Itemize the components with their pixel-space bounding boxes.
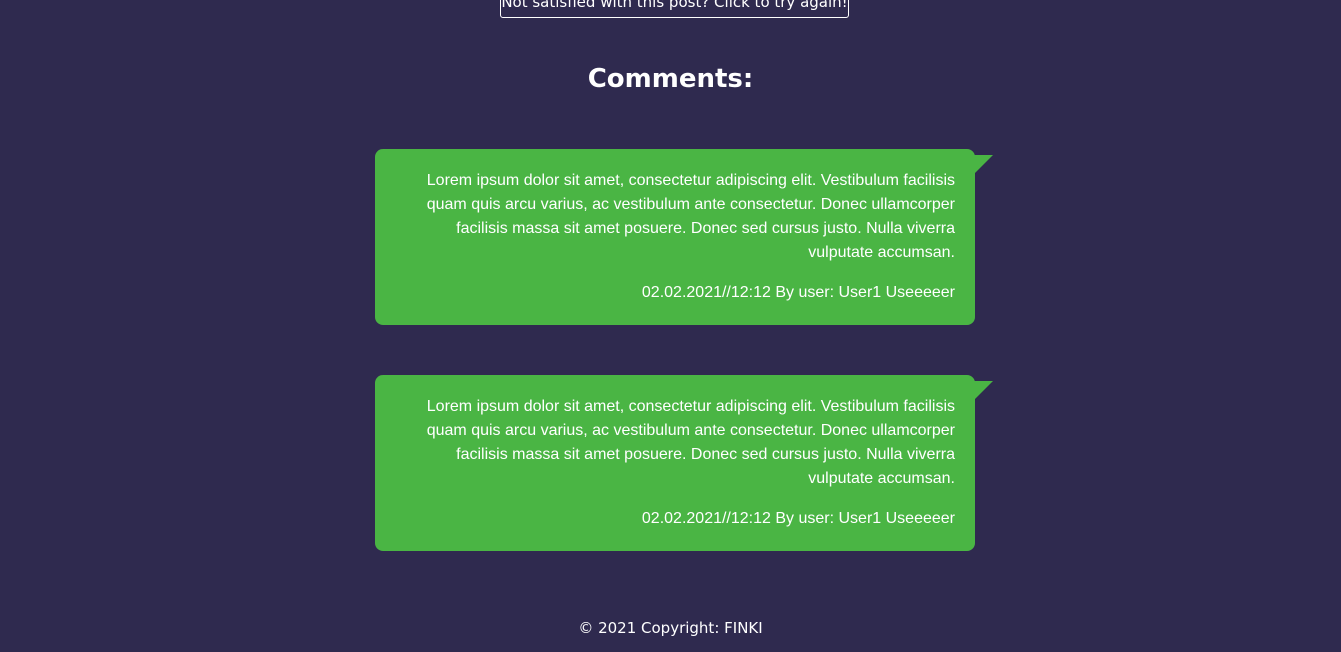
comment-bubble: Lorem ipsum dolor sit amet, consectetur … <box>375 375 993 551</box>
comment-text: Lorem ipsum dolor sit amet, consectetur … <box>426 398 955 487</box>
comment-text: Lorem ipsum dolor sit amet, consectetur … <box>426 172 955 261</box>
comment-meta: 02.02.2021//12:12 By user: User1 Useeeee… <box>641 510 955 527</box>
comments-title: Comments: <box>587 64 754 94</box>
retry-post-button[interactable]: Not satisfied with this post? Click to t… <box>500 0 849 18</box>
footer-copyright: © 2021 Copyright: FINKI <box>578 619 763 637</box>
comment-meta: 02.02.2021//12:12 By user: User1 Useeeee… <box>641 284 955 301</box>
comment-bubble: Lorem ipsum dolor sit amet, consectetur … <box>375 149 993 325</box>
